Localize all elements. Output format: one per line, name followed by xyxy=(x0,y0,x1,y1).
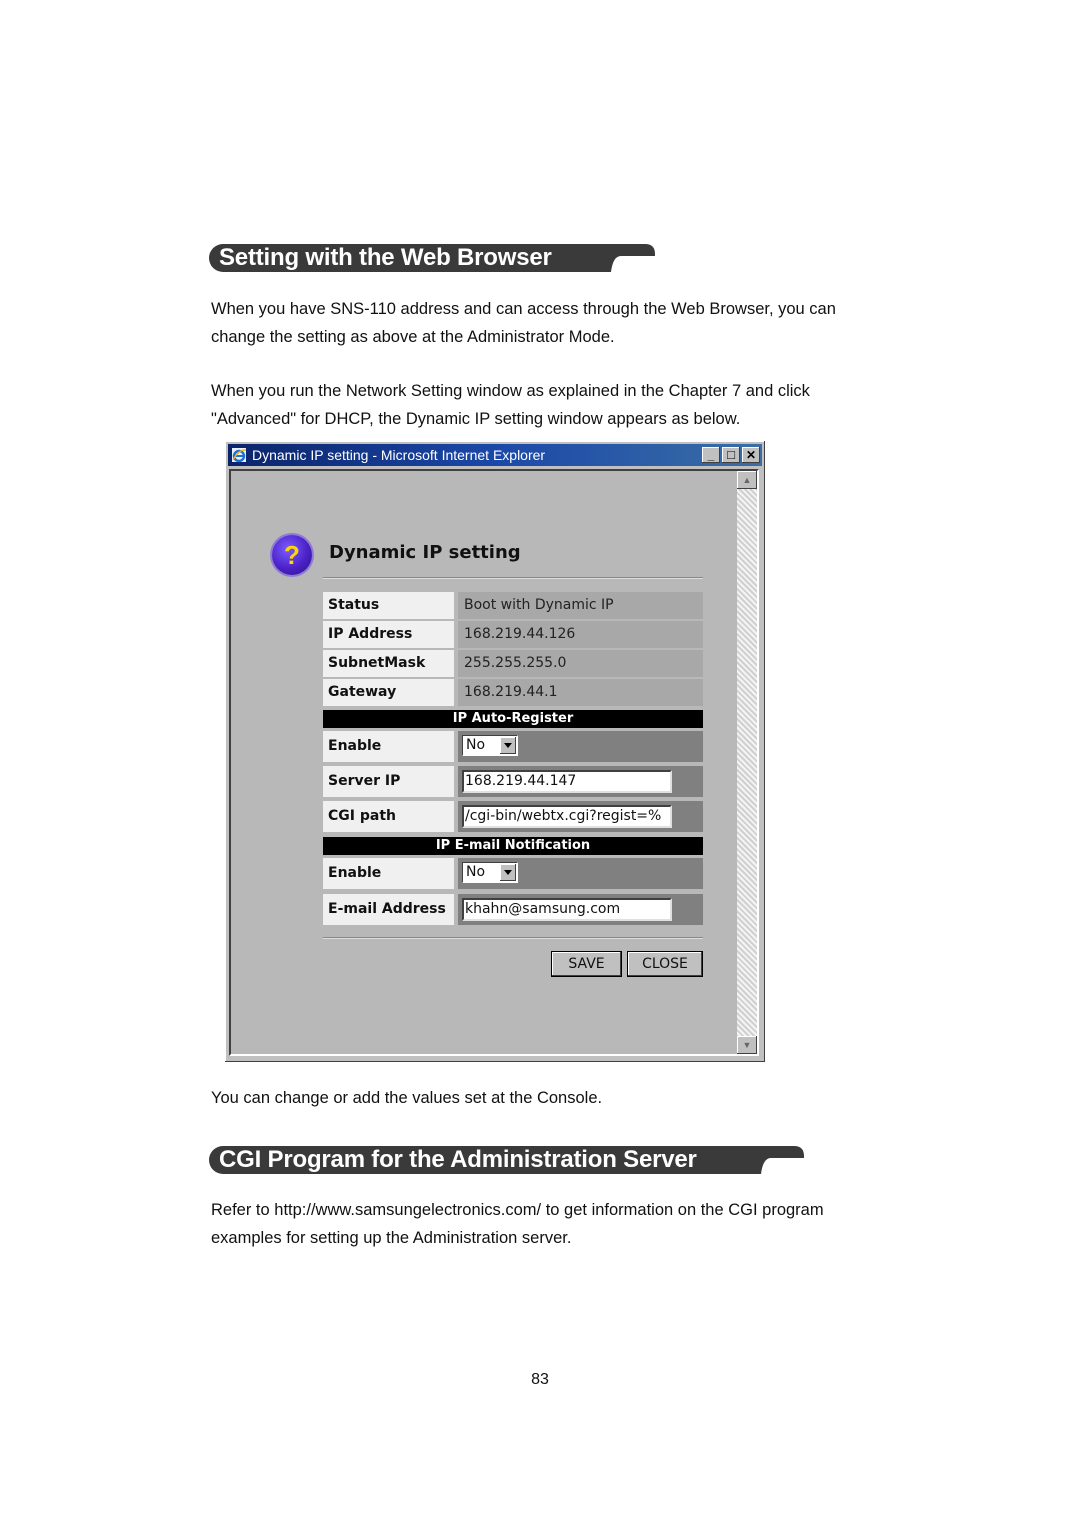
page-number: 83 xyxy=(531,1371,549,1388)
maximize-button[interactable]: □ xyxy=(722,447,740,463)
auto-register-header: IP Auto-Register xyxy=(323,710,703,728)
field-label: IP Address xyxy=(323,621,454,648)
text-line: When you have SNS-110 address and can ac… xyxy=(211,300,836,318)
cgi-path-row: CGI path /cgi-bin/webtx.cgi?regist=% xyxy=(323,801,703,832)
field-label: Gateway xyxy=(323,679,454,706)
email-enable-row: Enable No xyxy=(323,858,703,889)
section-heading-web-browser: Setting with the Web Browser xyxy=(209,244,655,272)
heading-tail-decoration xyxy=(607,244,655,272)
console-note: You can change or add the values set at … xyxy=(211,1089,603,1107)
server-ip-row: Server IP 168.219.44.147 xyxy=(323,766,703,797)
help-question-icon: ? xyxy=(272,535,312,575)
text-line: When you run the Network Setting window … xyxy=(211,382,810,400)
intro-paragraph: When you have SNS-110 address and can ac… xyxy=(211,295,836,351)
dialog-title: Dynamic IP setting xyxy=(329,542,521,563)
window-title: Dynamic IP setting - Microsoft Internet … xyxy=(252,447,546,463)
divider xyxy=(323,577,703,579)
email-enable-select[interactable]: No xyxy=(462,862,518,883)
field-label: Server IP xyxy=(323,766,454,797)
field-value: Boot with Dynamic IP xyxy=(458,592,703,619)
cgi-reference-paragraph: Refer to http://www.samsungelectronics.c… xyxy=(211,1196,824,1252)
email-notification-header: IP E-mail Notification xyxy=(323,837,703,855)
auto-register-enable-row: Enable No xyxy=(323,731,703,762)
field-label: Enable xyxy=(323,858,454,889)
field-label: Enable xyxy=(323,731,454,762)
internet-explorer-icon xyxy=(232,448,247,463)
text-line: Refer to http://www.samsungelectronics.c… xyxy=(211,1201,824,1219)
scroll-up-button[interactable]: ▲ xyxy=(737,471,757,489)
minimize-button[interactable]: _ xyxy=(702,447,720,463)
field-label: Status xyxy=(323,592,454,619)
field-label: CGI path xyxy=(323,801,454,832)
text-line: examples for setting up the Administrati… xyxy=(211,1229,572,1247)
vertical-scrollbar[interactable]: ▲ ▼ xyxy=(737,471,757,1054)
chevron-down-icon[interactable] xyxy=(500,737,516,754)
field-value: 168.219.44.1 xyxy=(458,679,703,706)
select-value: No xyxy=(466,737,486,753)
section-heading-text: CGI Program for the Administration Serve… xyxy=(219,1146,697,1173)
field-value: 168.219.44.126 xyxy=(458,621,703,648)
scroll-down-button[interactable]: ▼ xyxy=(737,1036,757,1054)
close-window-button[interactable]: ✕ xyxy=(742,447,760,463)
section-heading-text: Setting with the Web Browser xyxy=(219,244,552,271)
text-line: "Advanced" for DHCP, the Dynamic IP sett… xyxy=(211,410,741,428)
auto-register-enable-select[interactable]: No xyxy=(462,735,518,756)
email-address-row: E-mail Address khahn@samsung.com xyxy=(323,894,703,925)
close-button[interactable]: CLOSE xyxy=(627,951,703,977)
server-ip-input[interactable]: 168.219.44.147 xyxy=(462,770,672,793)
save-button[interactable]: SAVE xyxy=(551,951,622,977)
field-value: 255.255.255.0 xyxy=(458,650,703,677)
cgi-path-input[interactable]: /cgi-bin/webtx.cgi?regist=% xyxy=(462,805,672,828)
field-label: E-mail Address xyxy=(323,894,454,925)
status-row: Status Boot with Dynamic IP xyxy=(323,592,703,619)
email-address-input[interactable]: khahn@samsung.com xyxy=(462,898,672,921)
ip-address-row: IP Address 168.219.44.126 xyxy=(323,621,703,648)
select-value: No xyxy=(466,864,486,880)
field-label: SubnetMask xyxy=(323,650,454,677)
subnet-mask-row: SubnetMask 255.255.255.0 xyxy=(323,650,703,677)
instructions-paragraph: When you run the Network Setting window … xyxy=(211,377,810,433)
chevron-down-icon[interactable] xyxy=(500,864,516,881)
gateway-row: Gateway 168.219.44.1 xyxy=(323,679,703,706)
heading-tail-decoration xyxy=(757,1146,804,1174)
window-titlebar[interactable]: Dynamic IP setting - Microsoft Internet … xyxy=(228,444,762,466)
text-line: change the setting as above at the Admin… xyxy=(211,328,615,346)
divider xyxy=(323,937,703,939)
section-heading-cgi-program: CGI Program for the Administration Serve… xyxy=(209,1146,804,1174)
